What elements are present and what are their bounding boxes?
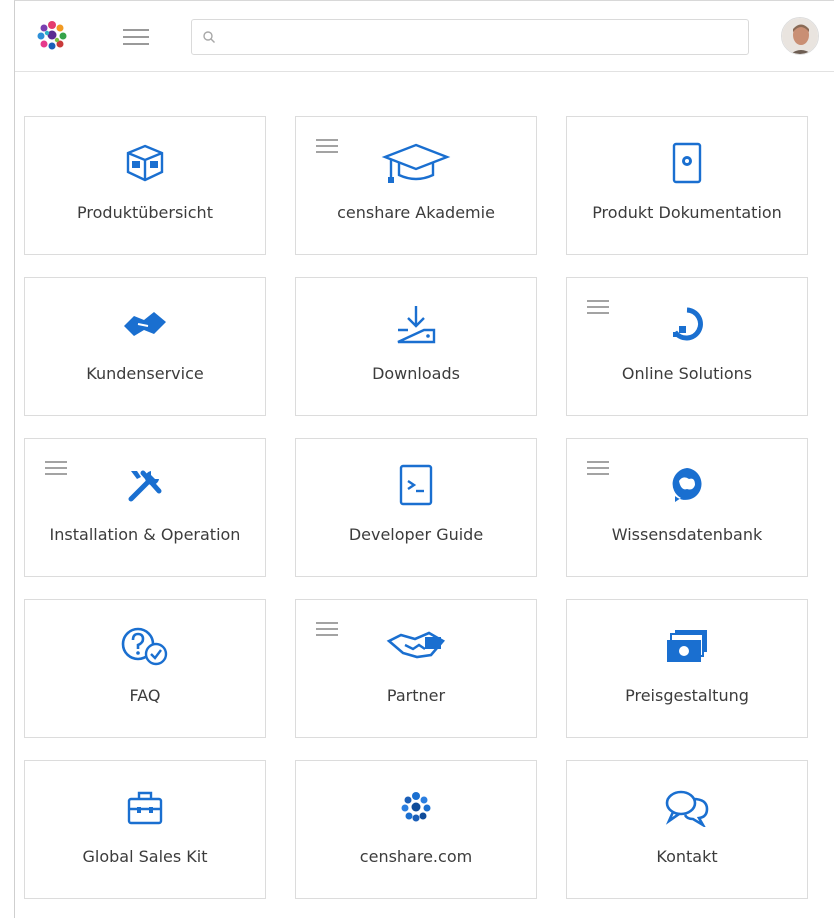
tile-label: FAQ (129, 686, 161, 705)
censhare-logo-icon (296, 783, 536, 831)
tile-label: Kontakt (656, 847, 718, 866)
briefcase-icon (25, 783, 265, 831)
tile-5[interactable]: Downloads (295, 277, 537, 416)
question-check-icon (25, 622, 265, 670)
tile-label: Partner (386, 686, 446, 705)
money-icon (567, 622, 807, 670)
tile-2[interactable]: censhare Akademie (295, 116, 537, 255)
tile-4[interactable]: Kundenservice (24, 277, 266, 416)
tile-9[interactable]: Wissensdatenbank (566, 438, 808, 577)
tile-11[interactable]: Partner (295, 599, 537, 738)
tile-6[interactable]: Online Solutions (566, 277, 808, 416)
tile-label: Wissensdatenbank (611, 525, 763, 544)
tile-1[interactable]: Produktübersicht (24, 116, 266, 255)
tile-label: Global Sales Kit (82, 847, 208, 866)
handshake-icon (25, 300, 265, 348)
tile-10[interactable]: FAQ (24, 599, 266, 738)
chat-bubbles-icon (567, 783, 807, 831)
tile-label: Developer Guide (348, 525, 484, 544)
terminal-icon (296, 461, 536, 509)
tile-3[interactable]: Produkt Dokumentation (566, 116, 808, 255)
cloud-icon (567, 300, 807, 348)
censhare-logo[interactable] (35, 19, 69, 53)
tile-label: Kundenservice (86, 364, 204, 383)
tile-15[interactable]: Kontakt (566, 760, 808, 899)
tile-label: Installation & Operation (49, 525, 241, 544)
tools-icon (25, 461, 265, 509)
tile-label: censhare Akademie (337, 203, 495, 222)
top-bar (15, 1, 834, 72)
document-icon (567, 139, 807, 187)
tile-7[interactable]: Installation & Operation (24, 438, 266, 577)
tile-label: Produkt Dokumentation (592, 203, 782, 222)
partner-handshake-icon (296, 622, 536, 670)
graduation-cap-icon (296, 139, 536, 187)
tile-12[interactable]: Preisgestaltung (566, 599, 808, 738)
search-input[interactable] (222, 20, 746, 56)
tile-label: censhare.com (359, 847, 473, 866)
menu-icon[interactable] (123, 29, 149, 45)
search-icon (203, 31, 215, 43)
tile-label: Downloads (372, 364, 460, 383)
tile-8[interactable]: Developer Guide (295, 438, 537, 577)
search-box[interactable] (191, 19, 749, 56)
download-icon (296, 300, 536, 348)
tile-label: Produktübersicht (77, 203, 213, 222)
tile-label: Online Solutions (621, 364, 753, 383)
brain-icon (567, 461, 807, 509)
tile-13[interactable]: Global Sales Kit (24, 760, 266, 899)
tile-14[interactable]: censhare.com (295, 760, 537, 899)
avatar-image (782, 18, 818, 54)
tile-label: Preisgestaltung (625, 686, 749, 705)
box-icon (25, 139, 265, 187)
user-avatar[interactable] (781, 17, 819, 55)
